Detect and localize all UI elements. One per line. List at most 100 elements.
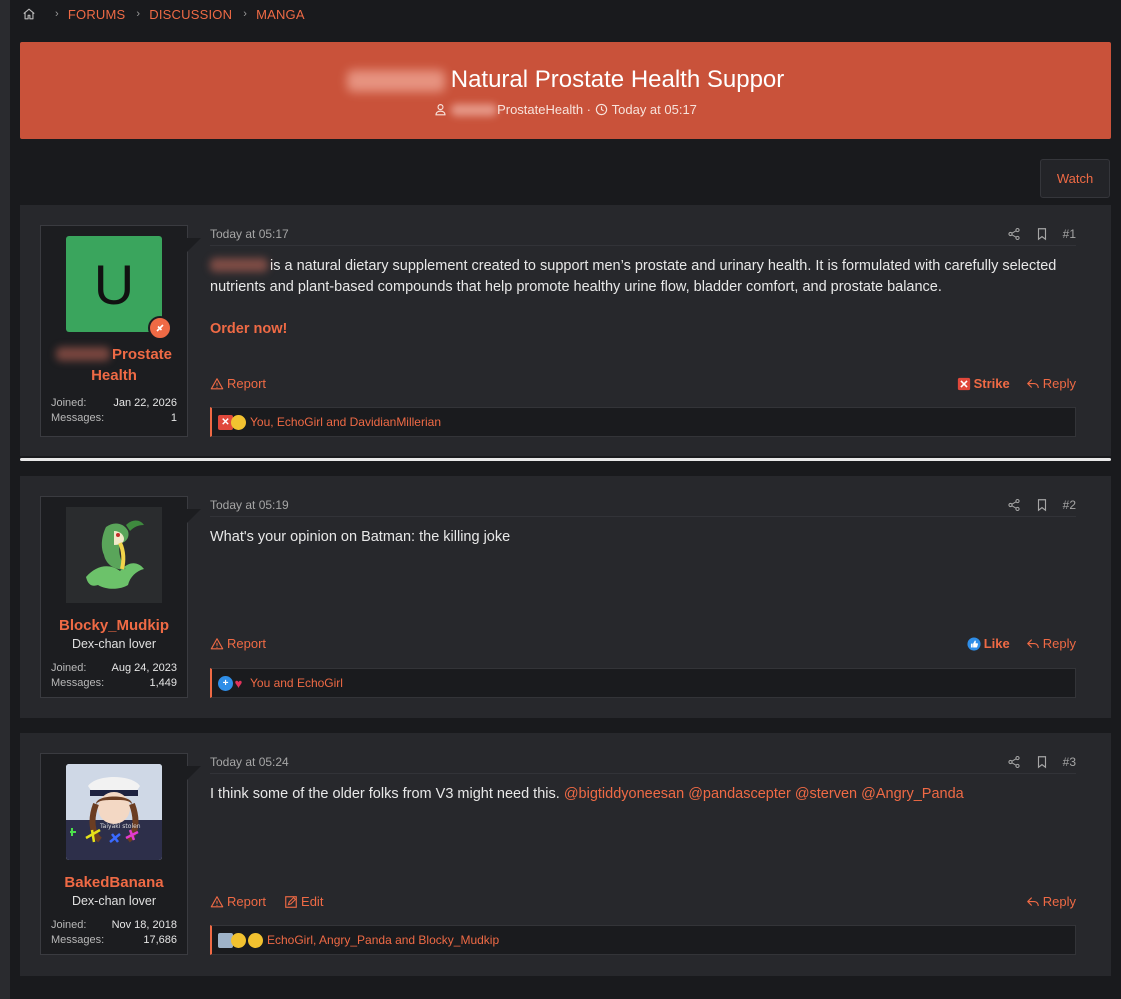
bookmark-icon[interactable] [1035, 755, 1049, 769]
reply-button[interactable]: Reply [1026, 376, 1076, 391]
banned-badge-icon [148, 316, 172, 340]
post-text: What's your opinion on Batman: the killi… [210, 529, 511, 545]
chevron-right-icon: › [243, 8, 248, 20]
post-content: I think some of the older folks from V3 … [210, 784, 1076, 805]
bookmark-icon[interactable] [1035, 227, 1049, 241]
report-button[interactable]: Report [210, 376, 266, 391]
watch-button[interactable]: Watch [1040, 159, 1110, 198]
post-2: Blocky_Mudkip Dex-chan lover Joined: Aug … [20, 476, 1111, 718]
breadcrumb-manga[interactable]: MANGA [256, 7, 305, 22]
messages-value[interactable]: 17,686 [143, 933, 177, 948]
like-button[interactable]: Like [967, 636, 1010, 651]
mention-link[interactable]: @pandascepter [688, 786, 791, 802]
report-button[interactable]: Report [210, 894, 266, 909]
laugh-reaction-icon [248, 932, 263, 948]
mention-link[interactable]: @bigtiddyoneesan [564, 786, 684, 802]
post-text: I think some of the older folks from V3 … [210, 786, 560, 802]
post-number[interactable]: #2 [1063, 498, 1076, 512]
user-title: Dex-chan lover [71, 637, 157, 651]
post-time[interactable]: Today at 05:24 [210, 755, 289, 769]
reaction-users[interactable]: You and EchoGirl [250, 676, 343, 690]
order-now-link[interactable]: Order now! [210, 319, 1076, 340]
thread-author[interactable]: ProstateHealth [497, 102, 583, 117]
post-header: Today at 05:17 #1 [210, 227, 1076, 246]
left-scroll-rail [0, 0, 10, 999]
messages-label: Messages: [51, 934, 105, 946]
messages-label: Messages: [51, 412, 105, 424]
report-button[interactable]: Report [210, 636, 266, 651]
laugh-reaction-icon [231, 414, 246, 430]
reply-label: Reply [1042, 376, 1076, 391]
share-icon[interactable] [1007, 755, 1021, 769]
report-label: Report [227, 894, 267, 909]
joined-value: Aug 24, 2023 [111, 662, 177, 674]
reactions-bar[interactable]: + ♥ You and EchoGirl [210, 668, 1076, 698]
breadcrumb: › FORUMS › DISCUSSION › MANGA [22, 6, 305, 22]
username[interactable]: Prostate Health [41, 344, 187, 386]
redacted-text [451, 103, 498, 116]
redacted-text [210, 258, 268, 272]
post-number[interactable]: #1 [1063, 227, 1076, 241]
post-time[interactable]: Today at 05:17 [210, 227, 289, 241]
post-header: Today at 05:24 #3 [210, 755, 1076, 774]
thread-header: Natural Prostate Health Suppor ProstateH… [20, 42, 1111, 139]
avatar[interactable]: Taiyaki stolen [66, 764, 162, 860]
share-icon[interactable] [1007, 498, 1021, 512]
snivy-avatar-image [66, 507, 162, 603]
chevron-right-icon: › [136, 8, 141, 20]
joined-label: Joined: [51, 662, 87, 674]
report-label: Report [227, 376, 267, 391]
reaction-users[interactable]: EchoGirl, Angry_Panda and Blocky_Mudkip [267, 933, 499, 947]
redacted-text [55, 347, 110, 361]
user-stats: Joined: Aug 24, 2023 Messages: 1,449 [51, 661, 177, 691]
joined-label: Joined: [51, 397, 87, 409]
reactions-bar[interactable]: ✕ You, EchoGirl and DavidianMillerian [210, 407, 1076, 437]
avatar[interactable] [66, 507, 162, 603]
thread-title-text: Natural Prostate Health Suppor [450, 66, 785, 93]
post-content: What's your opinion on Batman: the killi… [210, 527, 1076, 548]
thread-meta: ProstateHealth · Today at 05:17 [20, 102, 1111, 117]
user-card: Blocky_Mudkip Dex-chan lover Joined: Aug … [40, 496, 201, 698]
laugh-reaction-icon [231, 932, 246, 948]
user-title: Dex-chan lover [71, 894, 157, 908]
share-icon[interactable] [1007, 227, 1021, 241]
mention-link[interactable]: @Angry_Panda [861, 786, 964, 802]
post-number[interactable]: #3 [1063, 755, 1076, 769]
reply-button[interactable]: Reply [1026, 894, 1076, 909]
post-actions: Report Strike Reply [210, 376, 1076, 394]
bookmark-icon[interactable] [1035, 498, 1049, 512]
breadcrumb-discussion[interactable]: DISCUSSION [149, 7, 232, 22]
user-icon [435, 104, 446, 116]
reply-button[interactable]: Reply [1026, 636, 1076, 651]
post-3: Taiyaki stolen BakedBanana Dex-chan love… [20, 733, 1111, 976]
joined-value: Nov 18, 2018 [111, 919, 177, 931]
post-time[interactable]: Today at 05:19 [210, 498, 289, 512]
messages-label: Messages: [51, 677, 105, 689]
username[interactable]: Blocky_Mudkip [41, 615, 187, 636]
edit-button[interactable]: Edit [284, 894, 323, 909]
avatar[interactable]: U [66, 236, 172, 340]
reply-label: Reply [1042, 894, 1076, 909]
post-content: is a natural dietary supplement created … [210, 256, 1076, 340]
home-icon[interactable] [22, 7, 36, 21]
post-1: U Prostate Health Joined: Jan 22, 2026 Mes… [20, 205, 1111, 456]
user-stats: Joined: Nov 18, 2018 Messages: 17,686 [51, 918, 177, 948]
reaction-users[interactable]: You, EchoGirl and DavidianMillerian [250, 415, 441, 429]
thread-time[interactable]: Today at 05:17 [612, 102, 697, 117]
messages-value[interactable]: 1,449 [149, 676, 177, 691]
mention-link[interactable]: @sterven [795, 786, 857, 802]
report-label: Report [227, 636, 267, 651]
redacted-text [346, 69, 445, 92]
joined-label: Joined: [51, 919, 87, 931]
breadcrumb-forums[interactable]: FORUMS [68, 7, 126, 22]
warning-icon [210, 895, 224, 907]
edit-icon [285, 895, 297, 908]
reply-label: Reply [1042, 636, 1076, 651]
strike-label: Strike [973, 376, 1010, 391]
messages-value[interactable]: 1 [171, 411, 177, 426]
strike-button[interactable]: Strike [957, 376, 1010, 391]
post-text: is a natural dietary supplement created … [210, 258, 1057, 295]
user-card: U Prostate Health Joined: Jan 22, 2026 Mes… [40, 225, 201, 437]
username[interactable]: BakedBanana [41, 872, 187, 893]
reactions-bar[interactable]: EchoGirl, Angry_Panda and Blocky_Mudkip [210, 925, 1076, 955]
